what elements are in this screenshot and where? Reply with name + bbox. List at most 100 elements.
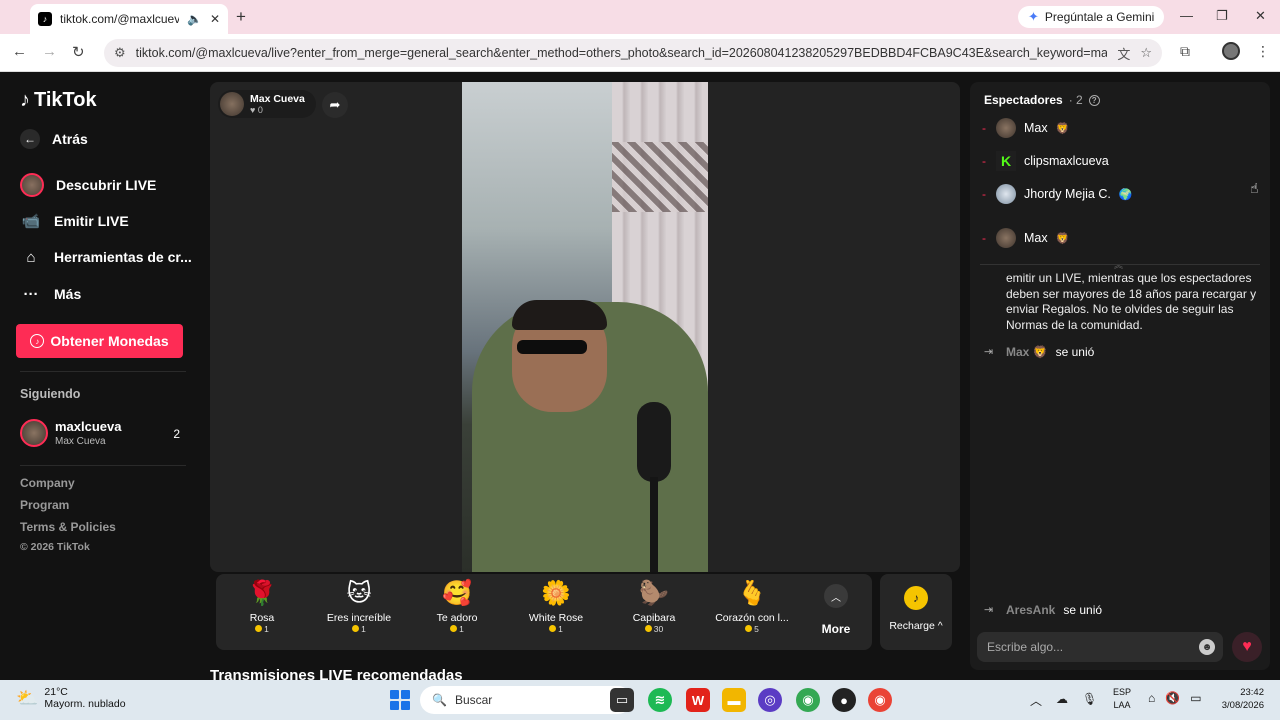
speaker-icon[interactable]: 🔈: [187, 12, 202, 26]
weather-temp: 21°C: [44, 686, 68, 698]
like-button[interactable]: ♥: [1232, 632, 1262, 662]
microphone-icon[interactable]: 🎙: [1082, 692, 1097, 709]
url-bar[interactable]: ⚙ tiktok.com/@maxlcueva/live?enter_from_…: [104, 39, 1162, 67]
gift-name: Corazón con l...: [715, 612, 789, 624]
browser-address-bar: ← → ↻ ⚙ tiktok.com/@maxlcueva/live?enter…: [0, 34, 1280, 72]
chrome-icon[interactable]: ◉: [796, 688, 820, 712]
sidebar-item-more[interactable]: ··· Más: [20, 283, 82, 305]
viewers-count: · 2: [1068, 93, 1083, 107]
time: 23:42: [1240, 687, 1264, 698]
gift-item-te-adoro[interactable]: 🥰 Te adoro 1: [411, 578, 503, 646]
gift-price: 5: [706, 624, 798, 634]
kick-logo-icon: K: [996, 151, 1016, 171]
forward-arrow-icon[interactable]: →: [42, 43, 57, 60]
gift-price: 1: [216, 624, 308, 634]
obs-icon[interactable]: ●: [832, 688, 856, 712]
task-view-icon[interactable]: ▭: [610, 688, 634, 712]
microphone-stand: [650, 477, 658, 572]
tiktok-logo[interactable]: ♪ TikTok: [20, 89, 97, 112]
gift-name: Eres increíble: [326, 612, 392, 624]
coin-icon: [745, 625, 753, 632]
extensions-icon[interactable]: ⧉: [1180, 43, 1190, 60]
rose-icon: 🌹: [247, 580, 277, 607]
browser-tab[interactable]: ♪ tiktok.com/@maxlcueva/live 🔈 ✕: [30, 4, 228, 34]
recharge-label: Recharge ^: [889, 620, 943, 632]
back-arrow-icon[interactable]: ←: [12, 43, 27, 60]
viewer-item[interactable]: - K clipsmaxlcueva: [982, 151, 1109, 171]
windows-logo-tile: [401, 690, 410, 699]
join-username[interactable]: Max 🦁: [1006, 345, 1048, 359]
sidebar-item-go-live[interactable]: 📹 Emitir LIVE: [20, 210, 129, 232]
new-tab-button[interactable]: +: [236, 7, 246, 27]
gemini-button[interactable]: ✦ Pregúntale a Gemini: [1018, 6, 1165, 28]
program-link[interactable]: Program: [20, 498, 69, 512]
mouse-cursor-icon: ☝: [1250, 180, 1259, 196]
company-link[interactable]: Company: [20, 476, 75, 490]
following-account[interactable]: maxlcueva Max Cueva 2: [20, 419, 186, 449]
language-indicator[interactable]: ESP LAA: [1113, 686, 1131, 712]
profile-avatar[interactable]: [1222, 42, 1240, 60]
viewer-item[interactable]: - Max 🦁: [982, 118, 1069, 138]
restore-icon[interactable]: ❐: [1216, 8, 1228, 24]
sidebar-item-discover-live[interactable]: Descubrir LIVE: [20, 173, 156, 197]
wps-icon[interactable]: W: [686, 688, 710, 712]
gift-item-capibara[interactable]: 🦫 Capibara 30: [608, 578, 700, 646]
reload-icon[interactable]: ↻: [72, 43, 85, 61]
search-placeholder: Buscar: [454, 693, 493, 707]
start-button[interactable]: [390, 690, 410, 710]
sidebar-item-creator-tools[interactable]: ⌂ Herramientas de cr...: [20, 246, 191, 268]
rank-dash: -: [982, 154, 986, 168]
translate-icon[interactable]: 文: [1117, 44, 1130, 63]
quick-settings[interactable]: ⌂ 🔇 ▭: [1148, 691, 1202, 705]
emoji-icon[interactable]: ☻: [1199, 639, 1215, 655]
join-username[interactable]: AresAnk: [1006, 603, 1055, 617]
avatar: [996, 118, 1016, 138]
divider: [20, 371, 186, 372]
share-button[interactable]: ➦: [322, 92, 348, 118]
app-icon[interactable]: ◎: [758, 688, 782, 712]
get-coins-button[interactable]: ♪ Obtener Monedas: [16, 324, 183, 358]
taskbar-search[interactable]: 🔍 Buscar: [420, 686, 632, 714]
site-info-icon[interactable]: ⚙: [114, 45, 126, 61]
streamer-info[interactable]: Max Cueva ♥ 0: [218, 90, 316, 118]
taskbar: ⛅ 21°C Mayorm. nublado 🔍 Buscar ▭ ≋ W ▬ …: [0, 680, 1280, 720]
file-explorer-icon[interactable]: ▬: [722, 688, 746, 712]
help-icon[interactable]: ?: [1088, 94, 1100, 106]
close-window-icon[interactable]: ✕: [1255, 8, 1266, 24]
gift-item-white-rose[interactable]: 🌼 White Rose 1: [510, 578, 602, 646]
chevron-up-icon[interactable]: ︽: [1114, 258, 1123, 271]
more-gifts-button[interactable]: ︿ More: [812, 580, 860, 636]
viewer-name: Jhordy Mejia C.: [1024, 187, 1111, 201]
live-player[interactable]: Max Cueva ♥ 0 ➦: [210, 82, 960, 572]
bookmark-star-icon[interactable]: ☆: [1140, 45, 1152, 61]
clock[interactable]: 23:42 3/08/2026: [1216, 686, 1264, 712]
minimize-icon[interactable]: —: [1180, 8, 1193, 23]
gift-price-value: 1: [459, 624, 464, 634]
chat-input[interactable]: Escribe algo... ☻: [977, 632, 1223, 662]
live-video[interactable]: [462, 82, 708, 572]
chevron-up-icon[interactable]: ︿: [1030, 692, 1042, 709]
gift-price: 1: [510, 624, 602, 634]
close-tab-icon[interactable]: ✕: [210, 12, 220, 26]
cloud-sun-icon: ⛅: [16, 687, 39, 708]
viewer-item[interactable]: - Jhordy Mejia C. 🌍: [982, 184, 1133, 204]
tiktok-note-icon: ♪: [20, 89, 30, 111]
spotify-icon[interactable]: ≋: [648, 688, 672, 712]
join-message: ⇥ AresAnk se unió: [984, 603, 1102, 617]
coin-icon: [450, 625, 458, 632]
avatar: [220, 92, 244, 116]
network-app-icon[interactable]: ☁: [1056, 692, 1068, 709]
gift-item-eres-increible[interactable]: 🐱 Eres increíble 1: [313, 578, 405, 646]
gift-item-rosa[interactable]: 🌹 Rosa 1: [216, 578, 308, 646]
chrome-active-icon[interactable]: ◉: [868, 688, 892, 712]
weather-widget[interactable]: ⛅ 21°C Mayorm. nublado: [16, 686, 126, 710]
back-button[interactable]: ← Atrás: [20, 129, 88, 149]
gift-price-value: 30: [653, 624, 664, 634]
gift-item-corazon[interactable]: 🫰 Corazón con l... 5: [706, 578, 798, 646]
terms-link[interactable]: Terms & Policies: [20, 520, 116, 534]
viewer-item[interactable]: - Max 🦁: [982, 228, 1069, 248]
sidebar: ♪ TikTok ← Atrás Descubrir LIVE 📹 Emitir…: [0, 72, 200, 680]
recharge-button[interactable]: ♪ Recharge ^: [880, 574, 952, 650]
browser-menu-icon[interactable]: ⋮: [1256, 43, 1270, 60]
gemini-icon: ✦: [1028, 9, 1039, 24]
